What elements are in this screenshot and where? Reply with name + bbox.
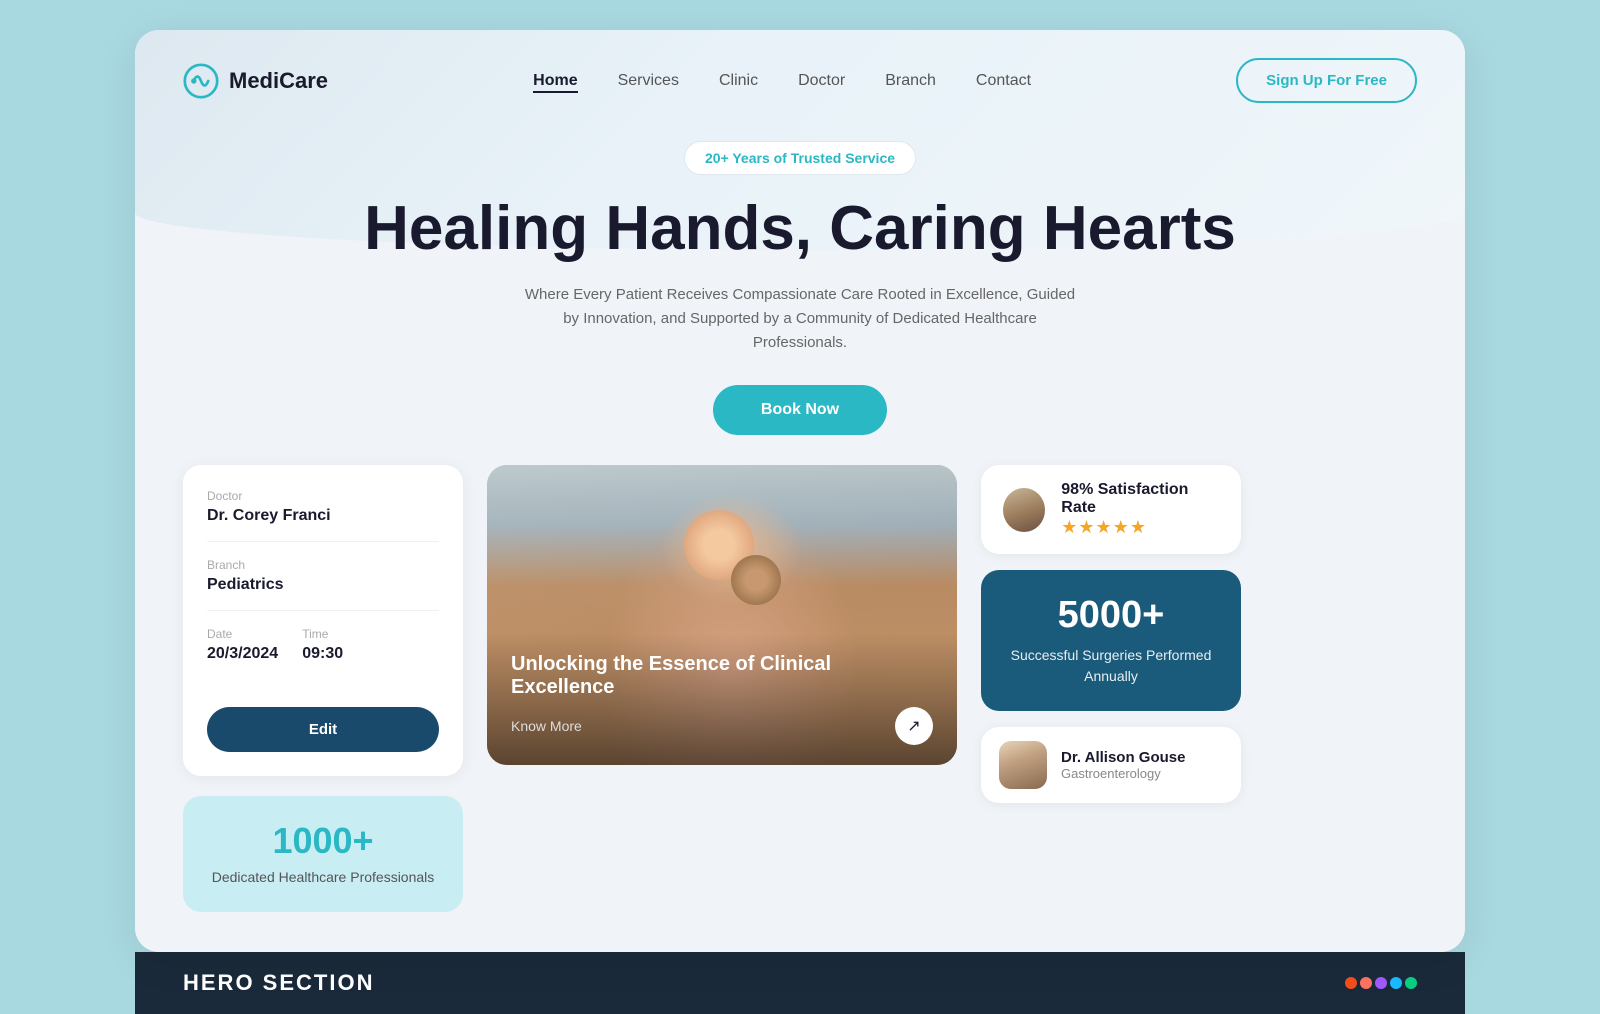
doctor-avatar — [999, 741, 1047, 789]
nav-doctor[interactable]: Doctor — [798, 72, 845, 89]
branch-value: Pediatrics — [207, 576, 439, 594]
satisfaction-info: 98% Satisfaction Rate ★★★★★ — [1061, 481, 1221, 538]
logo[interactable]: MediCare — [183, 63, 328, 99]
arrow-button[interactable]: ↗ — [895, 707, 933, 745]
bottom-bar: HERO SECTION — [135, 952, 1465, 1014]
bottom-label: HERO SECTION — [183, 970, 374, 996]
hero-subtitle: Where Every Patient Receives Compassiona… — [520, 283, 1080, 355]
date-value: 20/3/2024 — [207, 645, 278, 663]
know-more-row: Know More ↗ — [511, 707, 933, 745]
hero-section: 20+ Years of Trusted Service Healing Han… — [135, 131, 1465, 435]
right-panel: 98% Satisfaction Rate ★★★★★ 5000+ Succes… — [981, 465, 1241, 803]
nav-contact[interactable]: Contact — [976, 72, 1031, 89]
doctor-info: Dr. Allison Gouse Gastroenterology — [1061, 749, 1185, 781]
datetime-field: Date 20/3/2024 Time 09:30 — [207, 627, 439, 679]
time-value: 09:30 — [302, 645, 343, 663]
satisfaction-card: 98% Satisfaction Rate ★★★★★ — [981, 465, 1241, 554]
figma-dot-5 — [1405, 977, 1417, 989]
image-title: Unlocking the Essence of Clinical Excell… — [511, 653, 933, 699]
brand-name: MediCare — [229, 68, 328, 94]
left-panel: Doctor Dr. Corey Franci Branch Pediatric… — [183, 465, 463, 912]
doctor-card: Dr. Allison Gouse Gastroenterology — [981, 727, 1241, 803]
nav-branch[interactable]: Branch — [885, 72, 936, 89]
satisfaction-pct: 98% Satisfaction Rate — [1061, 481, 1221, 517]
surgeries-number: 5000+ — [1001, 594, 1221, 637]
logo-icon — [183, 63, 219, 99]
surgeries-label: Successful Surgeries Performed Annually — [1001, 645, 1221, 687]
signup-button[interactable]: Sign Up For Free — [1236, 58, 1417, 103]
avatar — [1001, 486, 1047, 534]
know-more-text: Know More — [511, 718, 582, 734]
book-button[interactable]: Book Now — [713, 385, 887, 435]
surgeries-card: 5000+ Successful Surgeries Performed Ann… — [981, 570, 1241, 711]
doctor-avatar-inner — [999, 741, 1047, 789]
branch-label: Branch — [207, 558, 439, 572]
nav-services[interactable]: Services — [618, 72, 679, 89]
figma-dot-1 — [1345, 977, 1357, 989]
main-content: Doctor Dr. Corey Franci Branch Pediatric… — [135, 465, 1465, 912]
date-label: Date — [207, 627, 278, 641]
doctor-specialty: Gastroenterology — [1061, 766, 1185, 781]
image-overlay: Unlocking the Essence of Clinical Excell… — [487, 633, 957, 765]
figma-dot-4 — [1390, 977, 1402, 989]
doctor-value: Dr. Corey Franci — [207, 507, 439, 525]
time-label: Time — [302, 627, 343, 641]
stats-card: 1000+ Dedicated Healthcare Professionals — [183, 796, 463, 912]
appointment-card: Doctor Dr. Corey Franci Branch Pediatric… — [183, 465, 463, 776]
edit-button[interactable]: Edit — [207, 707, 439, 752]
branch-field: Branch Pediatrics — [207, 558, 439, 611]
pct-number: 98% — [1061, 481, 1093, 498]
navbar: MediCare Home Services Clinic Doctor Bra… — [135, 30, 1465, 131]
nav-links: Home Services Clinic Doctor Branch Conta… — [533, 72, 1031, 90]
doctor-name: Dr. Allison Gouse — [1061, 749, 1185, 766]
trusted-badge: 20+ Years of Trusted Service — [684, 141, 916, 175]
stars: ★★★★★ — [1061, 517, 1221, 538]
hero-title: Healing Hands, Caring Hearts — [183, 195, 1417, 263]
image-card: Unlocking the Essence of Clinical Excell… — [487, 465, 957, 765]
stats-label: Dedicated Healthcare Professionals — [207, 868, 439, 888]
doctor-field: Doctor Dr. Corey Franci — [207, 489, 439, 542]
stats-number: 1000+ — [207, 820, 439, 862]
nav-clinic[interactable]: Clinic — [719, 72, 758, 89]
figma-logo — [1345, 977, 1417, 989]
figma-dot-2 — [1360, 977, 1372, 989]
figma-dot-3 — [1375, 977, 1387, 989]
doctor-label: Doctor — [207, 489, 439, 503]
avatar-inner — [1003, 488, 1045, 532]
nav-home[interactable]: Home — [533, 72, 577, 93]
